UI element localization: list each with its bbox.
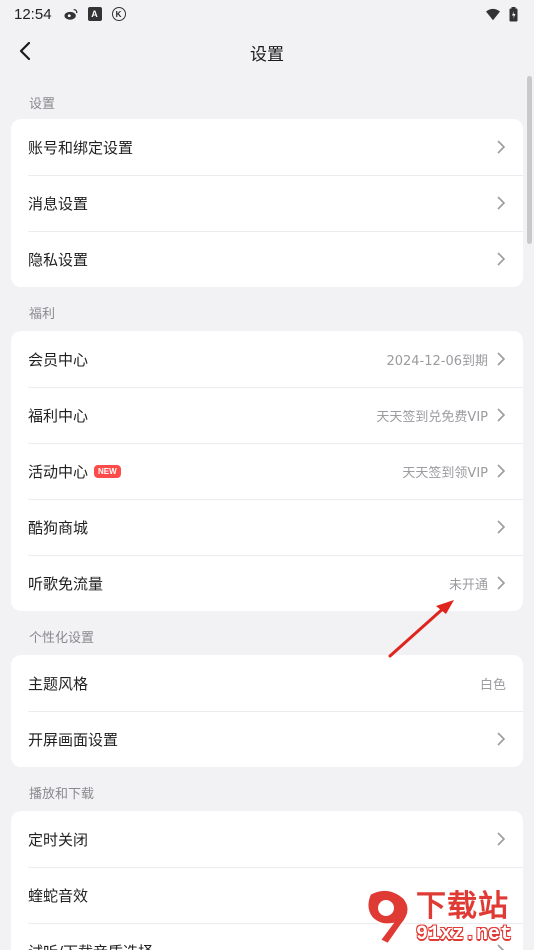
chevron-right-icon [497, 352, 506, 366]
row-sleep-timer[interactable]: 定时关闭 [11, 811, 523, 867]
settings-card: 账号和绑定设置 消息设置 隐私设置 [11, 119, 523, 287]
weibo-icon [63, 7, 78, 21]
membership-expiry: 2024-12-06到期 [386, 353, 488, 369]
row-label: 听歌免流量 [28, 574, 104, 593]
row-label: 试听/下载音质选择 [28, 941, 153, 950]
row-label: 主题风格 [28, 674, 89, 693]
status-bar: 12:54 A K [0, 0, 534, 28]
chevron-right-icon [497, 196, 506, 210]
welfare-card: 会员中心 2024-12-06到期 福利中心 天天签到兑免费VIP 活动中心 N… [11, 331, 523, 611]
chevron-right-icon [497, 408, 506, 422]
row-splash-screen-settings[interactable]: 开屏画面设置 [11, 711, 523, 767]
status-notification-icons: A K [63, 7, 126, 21]
row-free-data-listening[interactable]: 听歌免流量 未开通 [11, 555, 523, 611]
row-value: 天天签到领VIP [402, 465, 488, 481]
row-value: 白色 [479, 677, 506, 693]
chevron-right-icon [497, 576, 506, 590]
chevron-right-icon [497, 520, 506, 534]
scrollbar[interactable] [527, 76, 532, 244]
watermark-url: 91xz.net [416, 923, 513, 946]
row-value: 未开通 [448, 577, 488, 593]
back-button[interactable] [10, 36, 40, 66]
personalization-card: 主题风格 白色 开屏画面设置 [11, 655, 523, 767]
row-privacy-settings[interactable]: 隐私设置 [11, 231, 523, 287]
status-time: 12:54 [14, 5, 52, 23]
row-label: 账号和绑定设置 [28, 138, 134, 157]
new-badge: NEW [94, 464, 121, 478]
chevron-right-icon [497, 140, 506, 154]
row-value: 天天签到兑免费VIP [376, 409, 488, 425]
section-title-personalization: 个性化设置 [29, 631, 95, 646]
row-account-binding[interactable]: 账号和绑定设置 [11, 119, 523, 175]
row-label: 酷狗商城 [28, 518, 89, 537]
row-welfare-center[interactable]: 福利中心 天天签到兑免费VIP [11, 387, 523, 443]
row-message-settings[interactable]: 消息设置 [11, 175, 523, 231]
row-label: 会员中心 [28, 350, 89, 369]
chevron-right-icon [497, 832, 506, 846]
row-label: 福利中心 [28, 406, 89, 425]
watermark-title: 下载站 [416, 889, 509, 924]
row-label: 开屏画面设置 [28, 730, 119, 749]
row-label: 消息设置 [28, 194, 89, 213]
a-app-icon: A [87, 7, 102, 21]
row-activity-center[interactable]: 活动中心 NEW 天天签到领VIP [11, 443, 523, 499]
battery-icon [506, 6, 520, 21]
chevron-left-icon [19, 41, 31, 61]
section-title-welfare: 福利 [29, 307, 56, 322]
page-title: 设置 [250, 44, 284, 65]
chevron-right-icon [497, 464, 506, 478]
row-label: 隐私设置 [28, 250, 89, 269]
row-kugou-mall[interactable]: 酷狗商城 [11, 499, 523, 555]
settings-list: 设置 账号和绑定设置 消息设置 隐私设置 福利 会员中心 2024-12-06到… [0, 76, 534, 950]
row-label: 定时关闭 [28, 830, 89, 849]
k-app-icon: K [111, 7, 126, 21]
status-system-icons [486, 6, 520, 21]
section-title-playback-download: 播放和下载 [29, 787, 95, 802]
chevron-right-icon [497, 732, 506, 746]
row-member-center[interactable]: 会员中心 2024-12-06到期 [11, 331, 523, 387]
section-title-settings: 设置 [29, 97, 56, 112]
row-label: 蝰蛇音效 [28, 886, 89, 905]
row-label: 活动中心 [28, 462, 89, 481]
navigation-bar: 设置 [0, 28, 534, 76]
row-theme-style[interactable]: 主题风格 白色 [11, 655, 523, 711]
watermark-emblem-icon [362, 888, 414, 946]
wifi-icon [486, 7, 500, 21]
watermark-logo: 下载站 91xz.net [362, 884, 530, 946]
chevron-right-icon [497, 252, 506, 266]
